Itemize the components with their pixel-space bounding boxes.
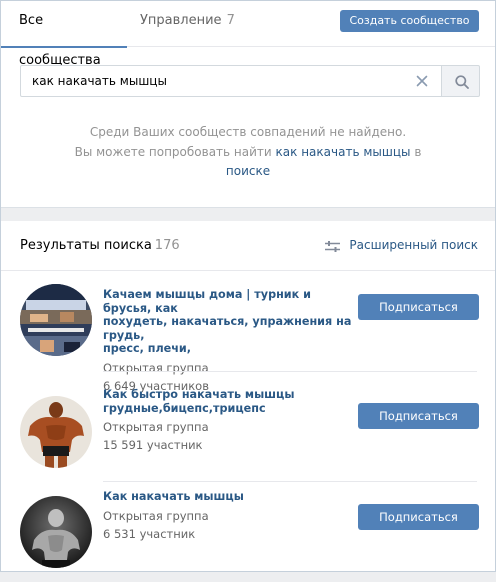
search-input[interactable] bbox=[21, 66, 421, 96]
group-name-line: похудеть, накачаться, упражнения на груд… bbox=[103, 315, 352, 342]
empty-line-3: поиске bbox=[21, 162, 475, 182]
empty-result-message: Среди Ваших сообществ совпадений не найд… bbox=[21, 123, 475, 182]
sliders-icon bbox=[325, 241, 341, 252]
search-button[interactable] bbox=[441, 65, 480, 97]
query-link[interactable]: как накачать мышцы bbox=[276, 145, 411, 159]
tab-manage[interactable]: Управление 7 bbox=[140, 1, 235, 47]
tab-manage-label: Управление bbox=[140, 13, 222, 28]
create-community-button[interactable]: Создать сообщество bbox=[340, 10, 479, 32]
group-name-link[interactable]: Качаем мышцы дома | турник и брусья, как… bbox=[103, 288, 355, 356]
group-type: Открытая группа bbox=[103, 420, 209, 434]
empty-line-2: Вы можете попробовать найти как накачать… bbox=[21, 143, 475, 163]
group-name-line: грудные,бицепс,трицепс bbox=[103, 401, 266, 415]
group-name-line: Как накачать мышцы bbox=[103, 490, 244, 503]
group-item: Как быстро накачать мышцы грудные,бицепс… bbox=[1, 382, 495, 482]
group-members: 6 531 участник bbox=[103, 526, 196, 541]
advanced-search-label: Расширенный поиск bbox=[349, 238, 478, 252]
group-name-line: Качаем мышцы дома | турник и брусья, как bbox=[103, 288, 311, 315]
empty-line-2-in: в bbox=[414, 144, 422, 159]
group-info: Качаем мышцы дома | турник и брусья, как… bbox=[103, 288, 355, 395]
group-info: Как быстро накачать мышцы грудные,бицепс… bbox=[103, 388, 355, 454]
group-name-line: пресс, плечи, bbox=[103, 342, 192, 355]
search-box bbox=[20, 65, 480, 97]
global-search-link[interactable]: поиске bbox=[226, 164, 270, 178]
magnifier-icon bbox=[455, 75, 469, 89]
tab-all-label: Все сообщества bbox=[19, 13, 101, 68]
search-results-panel: Результаты поиска176 Расширенный поиск bbox=[1, 221, 495, 571]
subscribe-button[interactable]: Подписаться bbox=[358, 294, 479, 320]
empty-line-1: Среди Ваших сообществ совпадений не найд… bbox=[89, 125, 407, 139]
close-icon[interactable] bbox=[414, 73, 430, 89]
group-info: Как накачать мышцы Открытая группа 6 531… bbox=[103, 490, 355, 543]
group-avatar[interactable] bbox=[20, 496, 92, 568]
group-item: Как накачать мышцы Открытая группа 6 531… bbox=[1, 482, 495, 582]
empty-line-2-prefix: Вы можете попробовать найти bbox=[74, 144, 272, 159]
tab-manage-count: 7 bbox=[226, 13, 235, 28]
group-avatar[interactable] bbox=[20, 284, 92, 356]
group-name-line: Как быстро накачать мышцы bbox=[103, 388, 295, 401]
communities-page: Все сообщества Управление 7 Создать сообщ… bbox=[0, 0, 496, 572]
communities-top-panel: Все сообщества Управление 7 Создать сообщ… bbox=[1, 1, 495, 207]
group-avatar[interactable] bbox=[20, 396, 92, 468]
results-count: 176 bbox=[154, 238, 180, 253]
group-members: 15 591 участник bbox=[103, 438, 203, 452]
results-header: Результаты поиска 176 Расширенный поиск bbox=[1, 221, 495, 271]
group-name-link[interactable]: Как быстро накачать мышцы грудные,бицепс… bbox=[103, 388, 355, 415]
section-gap bbox=[1, 207, 495, 221]
tabs-bar: Все сообщества Управление 7 Создать сообщ… bbox=[1, 1, 495, 68]
group-type: Открытая группа bbox=[103, 360, 209, 375]
active-tab-underline bbox=[1, 46, 127, 48]
subscribe-button[interactable]: Подписаться bbox=[358, 504, 479, 530]
results-title: Результаты поиска 176 bbox=[20, 238, 180, 253]
advanced-search-link[interactable]: Расширенный поиск bbox=[325, 238, 478, 252]
group-item: Качаем мышцы дома | турник и брусья, как… bbox=[1, 272, 495, 393]
tab-all-communities[interactable]: Все сообщества bbox=[1, 1, 127, 68]
divider bbox=[103, 371, 477, 372]
group-type: Открытая группа bbox=[103, 508, 209, 523]
subscribe-button[interactable]: Подписаться bbox=[358, 403, 479, 429]
results-title-label: Результаты поиска bbox=[20, 238, 152, 253]
group-name-link[interactable]: Как накачать мышцы bbox=[103, 490, 355, 504]
